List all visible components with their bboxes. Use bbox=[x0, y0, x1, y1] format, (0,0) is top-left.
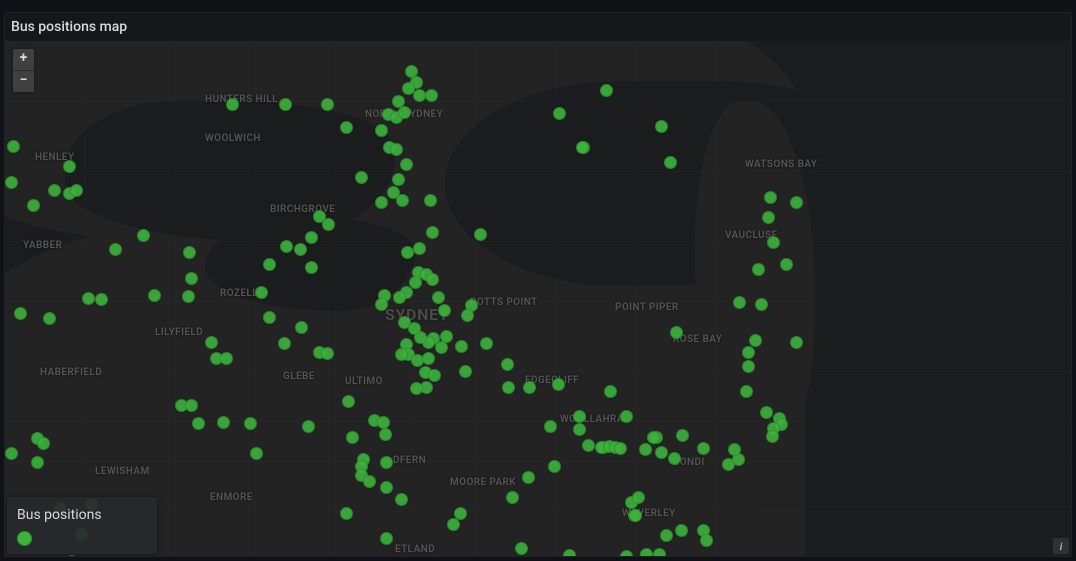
legend-row bbox=[17, 531, 147, 546]
zoom-out-button[interactable]: − bbox=[13, 71, 34, 92]
legend: Bus positions bbox=[7, 497, 157, 554]
attribution-button[interactable]: i bbox=[1053, 538, 1069, 554]
zoom-in-button[interactable]: + bbox=[13, 49, 34, 71]
legend-title: Bus positions bbox=[17, 507, 147, 523]
map-canvas[interactable]: + − i Bus positions SYDNEY HUNTERS HILLW… bbox=[5, 41, 1071, 556]
legend-marker-icon bbox=[17, 531, 32, 546]
zoom-control: + − bbox=[13, 49, 34, 92]
panel-title: Bus positions map bbox=[5, 13, 1071, 41]
map-panel: Bus positions map bbox=[4, 12, 1072, 557]
